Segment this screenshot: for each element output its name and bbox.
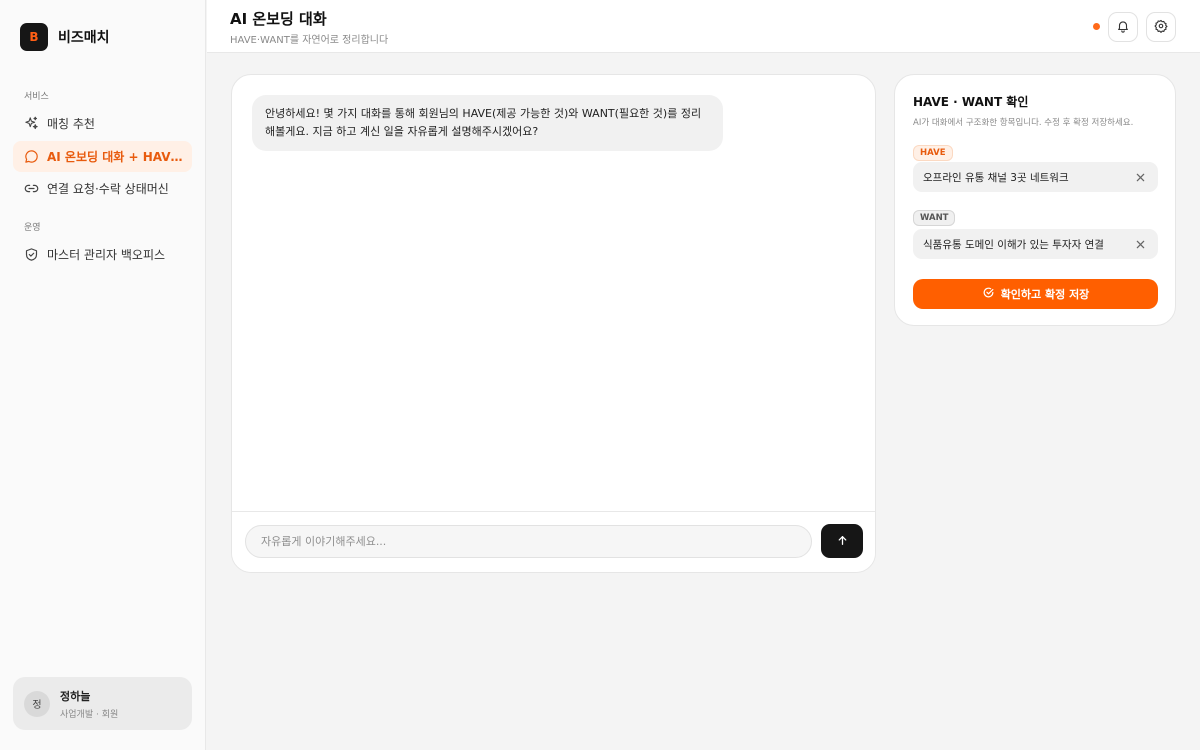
check-circle-icon: [982, 286, 995, 302]
section-label-service: 서비스: [24, 92, 49, 102]
settings-button[interactable]: [1146, 12, 1176, 42]
page-subtitle: HAVE·WANT를 자연어로 정리합니다: [230, 35, 389, 46]
sidebar-item-ai-onboarding[interactable]: AI 온보딩 대화 + HAVE·WANT 확인: [13, 141, 192, 172]
notifications-button[interactable]: [1108, 12, 1138, 42]
have-field[interactable]: 오프라인 유통 채널 3곳 네트워크: [913, 162, 1158, 192]
panel-description: AI가 대화에서 구조화한 항목입니다. 수정 후 확정 저장하세요.: [913, 118, 1134, 128]
assistant-message: 안녕하세요! 몇 가지 대화를 통해 회원님의 HAVE(제공 가능한 것)와 …: [252, 95, 723, 151]
have-want-panel: HAVE · WANT 확인 AI가 대화에서 구조화한 항목입니다. 수정 후…: [894, 74, 1176, 326]
section-label-ops: 운영: [24, 223, 41, 233]
status-dot: [1093, 23, 1100, 30]
sidebar-item-label: AI 온보딩 대화 + HAVE·WANT 확인: [47, 150, 187, 164]
have-tag: HAVE: [913, 145, 953, 161]
remove-want-button[interactable]: [1134, 238, 1146, 250]
brand-logo: B: [20, 23, 48, 51]
chat-input[interactable]: [245, 525, 812, 558]
have-value: 오프라인 유통 채널 3곳 네트워크: [923, 171, 1069, 184]
link-icon: [23, 181, 39, 197]
confirm-save-label: 확인하고 확정 저장: [1000, 288, 1090, 301]
send-button[interactable]: [821, 524, 863, 558]
sidebar-item-connection[interactable]: 연결 요청·수락 상태머신: [13, 173, 192, 204]
bell-icon: [1116, 18, 1130, 37]
panel-title: HAVE · WANT 확인: [913, 95, 1029, 109]
composer: [232, 511, 875, 572]
brand-name: 비즈매치: [58, 30, 110, 46]
avatar: 정: [24, 690, 50, 717]
top-header: AI 온보딩 대화 HAVE·WANT를 자연어로 정리합니다: [207, 0, 1200, 53]
remove-have-button[interactable]: [1134, 171, 1146, 183]
user-name: 정하늘: [60, 689, 91, 703]
brand[interactable]: B 비즈매치: [20, 23, 110, 51]
user-card[interactable]: 정 정하늘 사업개발 · 회원: [13, 677, 192, 730]
confirm-save-button[interactable]: 확인하고 확정 저장: [913, 279, 1158, 309]
shield-check-icon: [23, 247, 39, 263]
sidebar-item-label: 마스터 관리자 백오피스: [47, 248, 166, 262]
sidebar-item-label: 매칭 추천: [47, 117, 95, 131]
sidebar: B 비즈매치 서비스 매칭 추천 AI 온보딩 대화 + HAVE·WANT 확…: [0, 0, 206, 750]
user-role: 사업개발 · 회원: [60, 709, 119, 720]
sparkles-icon: [23, 116, 39, 132]
sidebar-item-admin[interactable]: 마스터 관리자 백오피스: [13, 239, 192, 270]
sidebar-item-label: 연결 요청·수락 상태머신: [47, 182, 169, 196]
close-icon: [1136, 173, 1144, 181]
arrow-up-icon: [836, 532, 849, 551]
chat-bubble-icon: [23, 149, 39, 165]
want-tag: WANT: [913, 210, 956, 226]
close-icon: [1136, 240, 1144, 248]
want-field[interactable]: 식품유통 도메인 이해가 있는 투자자 연결: [913, 229, 1158, 259]
chat-panel: 안녕하세요! 몇 가지 대화를 통해 회원님의 HAVE(제공 가능한 것)와 …: [231, 74, 876, 573]
want-value: 식품유통 도메인 이해가 있는 투자자 연결: [923, 238, 1104, 251]
page-title: AI 온보딩 대화: [230, 10, 327, 28]
sidebar-item-matching[interactable]: 매칭 추천: [13, 108, 192, 139]
gear-icon: [1154, 18, 1168, 37]
